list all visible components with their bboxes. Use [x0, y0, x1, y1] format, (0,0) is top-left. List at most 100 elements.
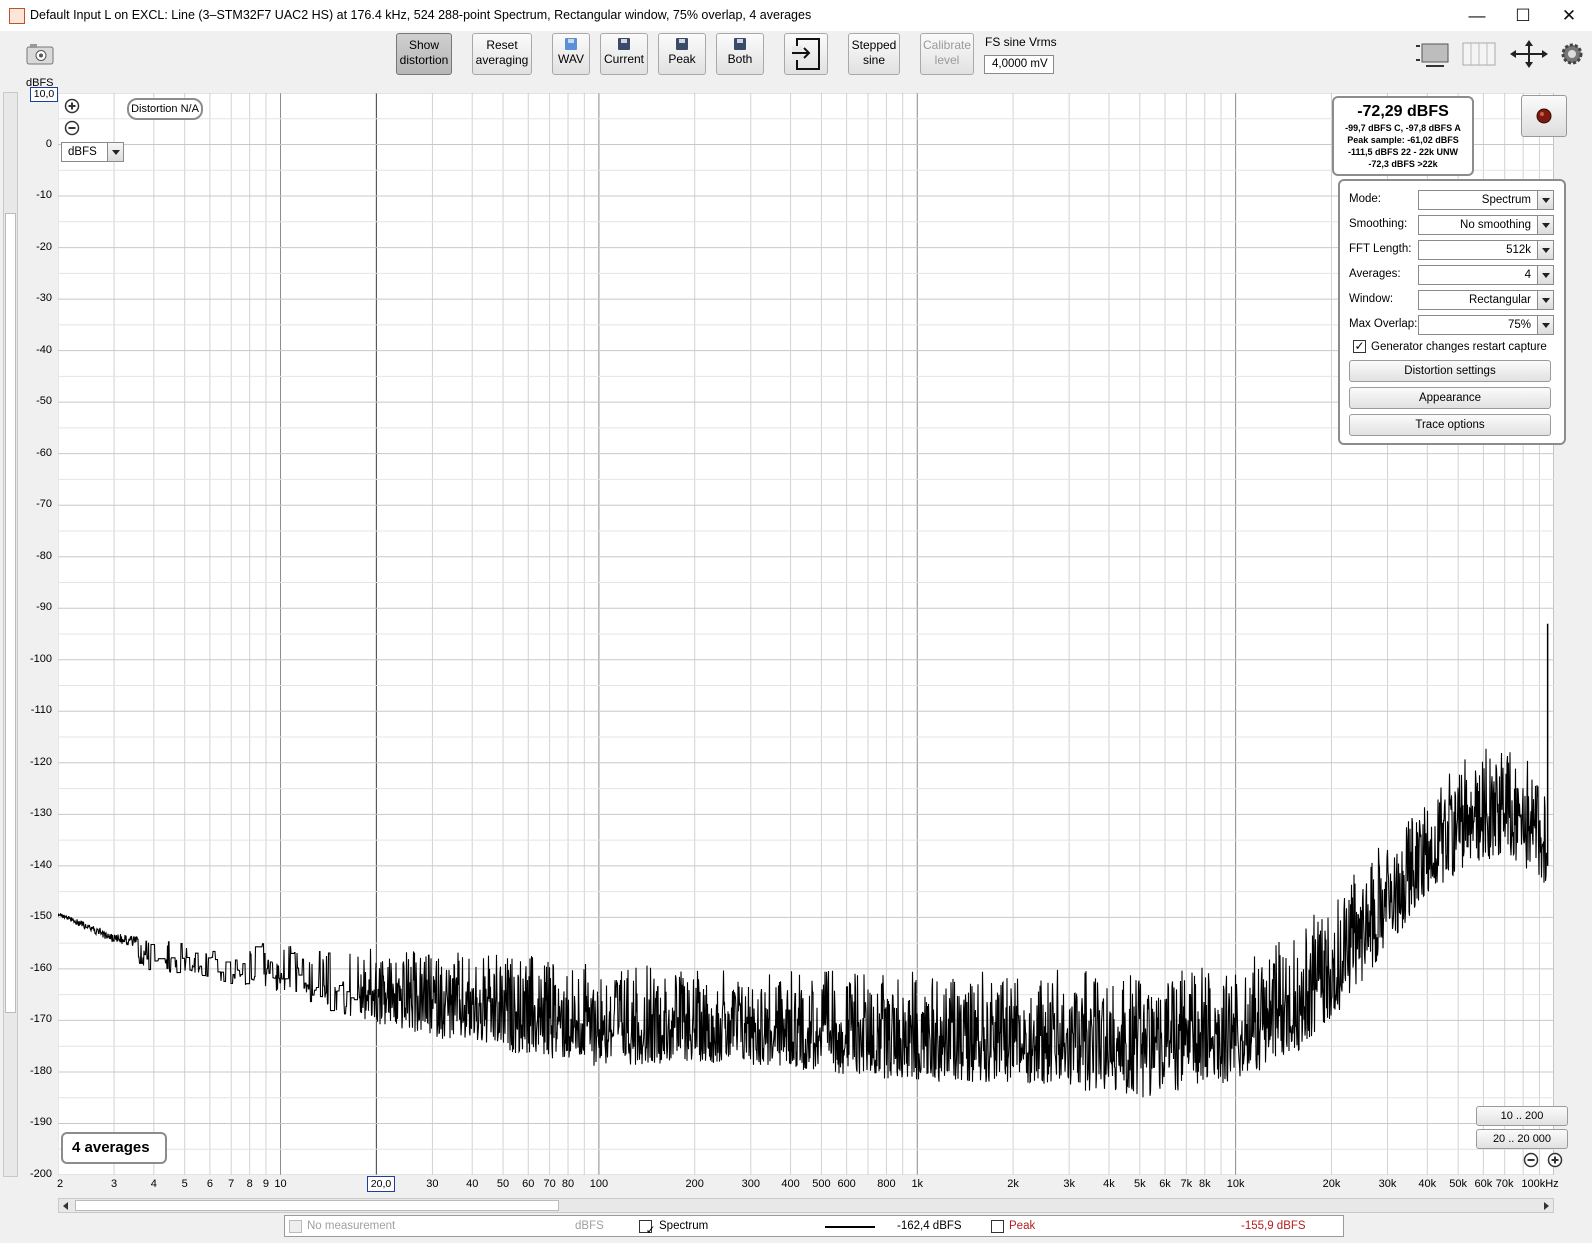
no-measurement-checkbox[interactable] [289, 1220, 302, 1233]
setting-label: Mode: [1349, 193, 1381, 205]
readout-line: Peak sample: -61,02 dBFS [1347, 135, 1459, 145]
reset-averaging-line2: averaging [475, 53, 529, 67]
save-wav-button[interactable]: WAV [552, 33, 590, 75]
horizontal-scrollbar-thumb[interactable] [75, 1200, 559, 1211]
scroll-left-icon[interactable] [61, 1201, 71, 1211]
appearance-button[interactable]: Appearance [1349, 387, 1551, 409]
panels-icon[interactable] [1462, 42, 1496, 66]
setting-select[interactable]: Rectangular [1418, 290, 1554, 310]
import-icon [792, 38, 820, 70]
x-tick-label: 1k [911, 1178, 924, 1190]
spectrum-plot[interactable] [57, 92, 1555, 1176]
move-arrows-icon[interactable] [1510, 40, 1548, 68]
y-tick-label: 0 [45, 137, 52, 150]
x-tick-label: 200 [685, 1178, 704, 1190]
setting-select[interactable]: No smoothing [1418, 215, 1554, 235]
setting-select[interactable]: Spectrum [1418, 190, 1554, 210]
setting-label: Max Overlap: [1349, 318, 1418, 330]
current-label: Current [603, 52, 644, 66]
show-distortion-button[interactable]: Show distortion [396, 33, 452, 75]
trace-options-button[interactable]: Trace options [1349, 414, 1551, 436]
x-zoom-out-icon[interactable] [1523, 1152, 1539, 1168]
unit-select[interactable]: dBFS [61, 142, 124, 162]
reset-averaging-line1: Reset [486, 38, 518, 52]
import-button[interactable] [784, 33, 828, 75]
stepped-sine-line1: Stepped [851, 38, 897, 52]
toolbar: Show distortion Reset averaging WAV Curr… [0, 31, 1592, 88]
x-tick-label: 5 [181, 1178, 188, 1190]
zoom-out-icon[interactable] [64, 120, 80, 136]
x-tick-label: 2 [56, 1178, 64, 1190]
y-tick-label: -160 [29, 961, 52, 974]
horizontal-scrollbar[interactable] [58, 1198, 1554, 1213]
setting-select-value: 75% [1507, 319, 1531, 331]
x-tick-label: 8 [246, 1178, 253, 1190]
y-tick-label: -90 [36, 601, 52, 614]
vertical-scrollbar[interactable] [3, 92, 18, 1177]
save-both-button[interactable]: Both [716, 33, 764, 75]
readout-line: -111,5 dBFS 22 - 22k UNW [1347, 147, 1459, 157]
setting-select[interactable]: 75% [1418, 315, 1554, 335]
layout-icon[interactable] [1414, 40, 1452, 68]
save-peak-button[interactable]: Peak [658, 33, 706, 75]
x-zoom-in-icon[interactable] [1547, 1152, 1563, 1168]
title-bar: Default Input L on EXCL: Line (3–STM32F7… [0, 0, 1592, 31]
chevron-down-icon [1537, 241, 1553, 259]
y-tick-label: -10 [36, 189, 52, 202]
range-20-20000-button[interactable]: 20 .. 20 000 [1476, 1129, 1568, 1149]
chevron-down-icon [1537, 266, 1553, 284]
peak-value: -155,9 dBFS [1241, 1220, 1306, 1232]
gear-icon[interactable] [1560, 42, 1584, 66]
fs-sine-input[interactable]: 4,0000 mV [984, 55, 1054, 74]
save-icon [734, 38, 746, 50]
y-tick-label: -120 [29, 755, 52, 768]
restart-capture-checkbox[interactable]: ✓ [1353, 340, 1366, 353]
y-tick-label: -140 [29, 858, 52, 871]
setting-select[interactable]: 512k [1418, 240, 1554, 260]
peak-label: Peak [1009, 1220, 1036, 1232]
chevron-down-icon [1537, 191, 1553, 209]
x-tick-label: 800 [877, 1178, 896, 1190]
record-button[interactable] [1521, 95, 1567, 137]
maximize-button[interactable]: ☐ [1500, 0, 1546, 31]
level-readout: -72,29 dBFS -99,7 dBFS C, -97,8 dBFS A P… [1332, 96, 1474, 176]
unit-select-value: dBFS [68, 146, 97, 158]
zoom-in-icon[interactable] [64, 98, 80, 114]
y-tick-label: -170 [29, 1013, 52, 1026]
stepped-sine-button[interactable]: Stepped sine [848, 33, 900, 75]
x-tick-label: 80 [561, 1178, 575, 1190]
vertical-scrollbar-thumb[interactable] [5, 213, 16, 1013]
setting-label: Averages: [1349, 268, 1401, 280]
y-tick-label: -100 [29, 652, 52, 665]
x-tick-label: 60 [522, 1178, 535, 1190]
x-tick-label: 30k [1378, 1178, 1397, 1190]
calibrate-line1: Calibrate [922, 38, 972, 52]
spectrum-line-swatch [825, 1226, 875, 1228]
camera-icon[interactable] [26, 43, 54, 65]
setting-select[interactable]: 4 [1418, 265, 1554, 285]
x-tick-label: 50k [1449, 1178, 1468, 1190]
y-max-input[interactable]: 10,0 [30, 87, 58, 102]
range-10-200-button[interactable]: 10 .. 200 [1476, 1106, 1568, 1126]
reset-averaging-button[interactable]: Reset averaging [472, 33, 532, 75]
calibrate-level-button[interactable]: Calibrate level [920, 33, 974, 75]
save-current-button[interactable]: Current [600, 33, 648, 75]
checkmark-icon: ✓ [645, 1223, 656, 1237]
setting-select-value: 512k [1506, 244, 1531, 256]
minimize-button[interactable]: — [1454, 0, 1500, 31]
x-min-input[interactable]: 20,0 [367, 1176, 395, 1192]
spectrum-checkbox[interactable]: ✓ [639, 1220, 656, 1236]
x-tick-label: 9 [262, 1178, 270, 1190]
setting-label: Smoothing: [1349, 218, 1408, 230]
x-tick-label: 20k [1322, 1178, 1341, 1190]
setting-label: FFT Length: [1349, 243, 1412, 255]
scroll-right-icon[interactable] [1541, 1201, 1551, 1211]
x-tick-label: 2k [1007, 1178, 1019, 1190]
readout-main: -72,29 dBFS [1357, 103, 1449, 120]
peak-checkbox[interactable] [991, 1220, 1004, 1233]
distortion-settings-button[interactable]: Distortion settings [1349, 360, 1551, 382]
x-tick-label: 100kHz [1521, 1178, 1559, 1190]
show-distortion-line2: distortion [399, 53, 449, 67]
x-tick-label: 60k [1474, 1178, 1493, 1190]
close-button[interactable]: ✕ [1546, 0, 1592, 31]
